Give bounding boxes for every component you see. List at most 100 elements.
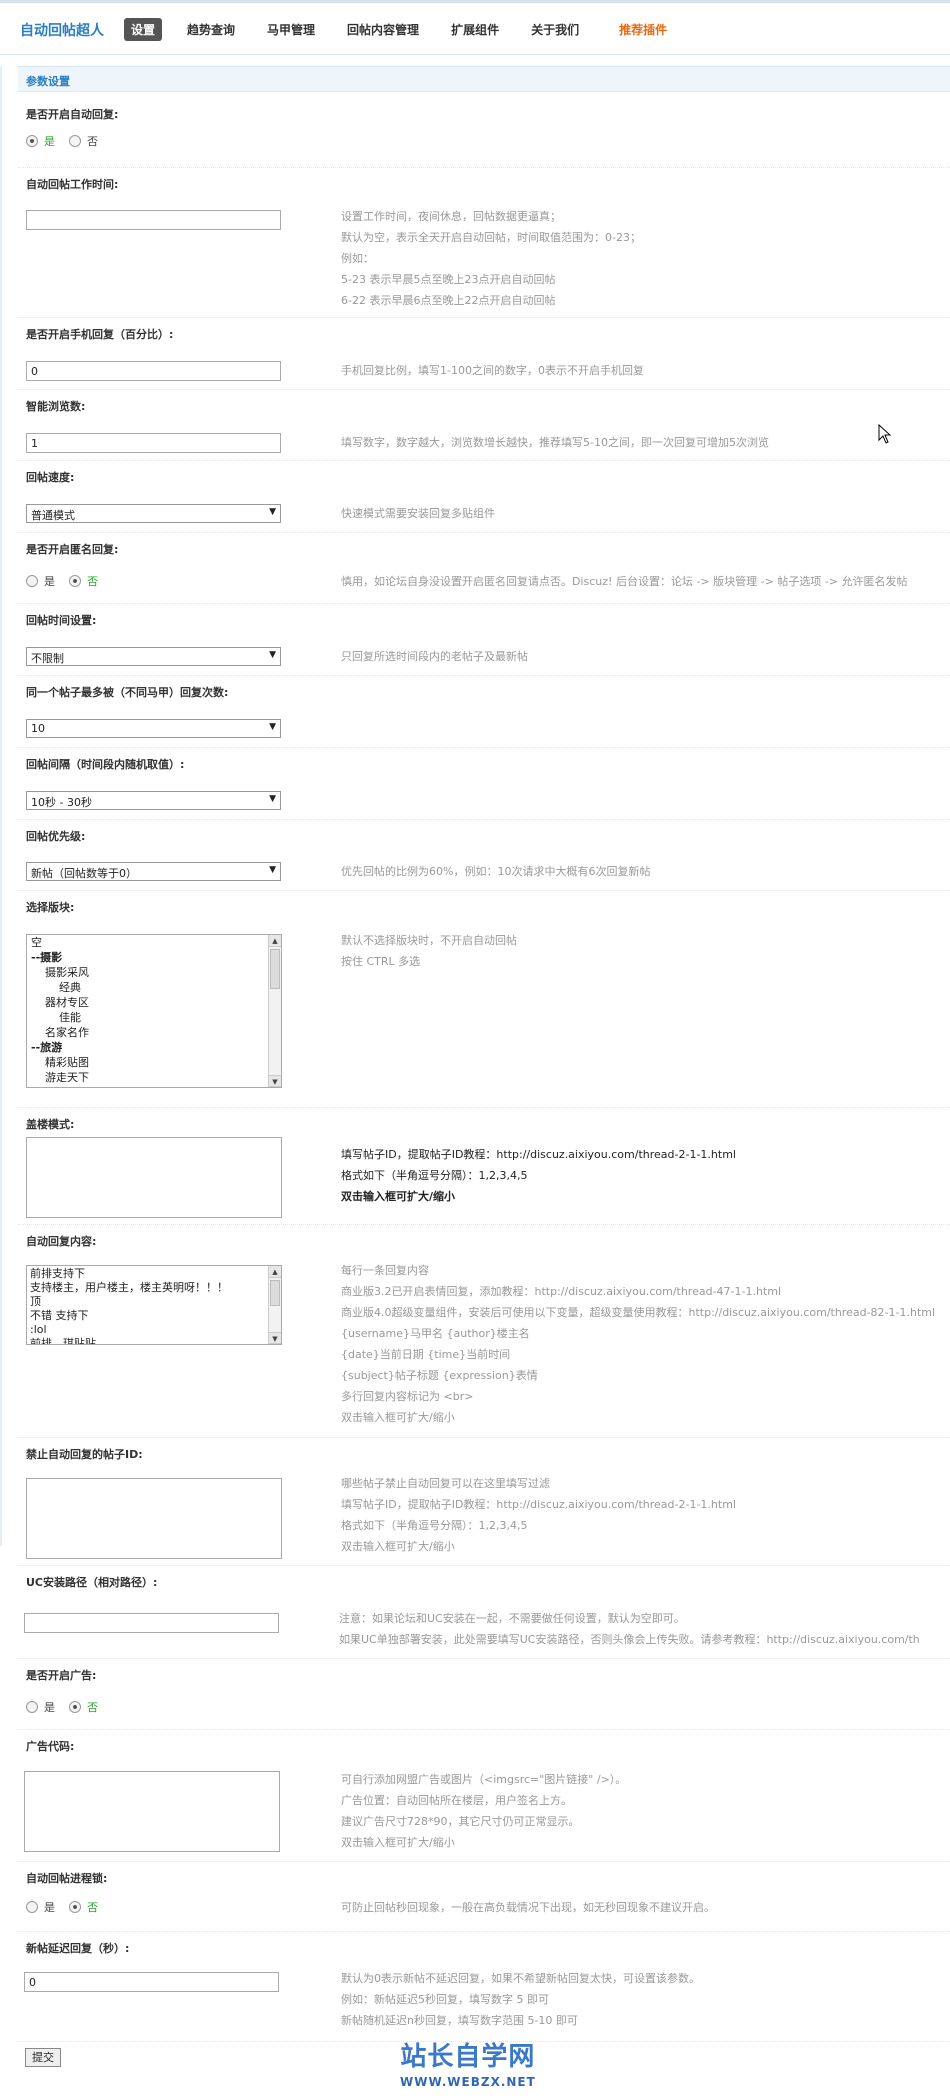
scroll-up-icon[interactable]: ▲ [269,1266,281,1278]
reply-content-textarea[interactable]: 前排支持下 支持楼主，用户楼主，楼主英明呀！！！ 顶 不错 支持下 :lol 前… [26,1265,282,1345]
nav-tab-settings[interactable]: 设置 [124,18,163,41]
uc-path-label: UC安装路径（相对路径）: [26,1576,158,1589]
watermark-url: WWW.WEBZX.NET [400,2075,536,2089]
browse-count-input[interactable]: 1 [26,433,281,453]
reply-time-label: 回帖时间设置: [26,614,97,627]
row-work-time: 自动回帖工作时间: 设置工作时间，夜间休息，回帖数据更逼真； 默认为空，表示全天开… [18,168,950,318]
floor-mode-label: 盖楼模式: [26,1118,75,1131]
browse-count-help: 填写数字，数字越大，浏览数增长越快，推荐填写5-10之间，即一次回复可增加5次浏… [341,436,769,449]
scroll-thumb[interactable] [270,949,280,989]
app-brand[interactable]: 自动回帖超人 [20,20,104,40]
row-ad-code: 广告代码: 可自行添加网盟广告或图片（<imgsrc="图片链接" />）。 广告… [18,1730,950,1862]
priority-label: 回帖优先级: [26,830,86,843]
delay-input[interactable]: 0 [24,1972,279,1992]
radio-unchecked-icon [26,575,38,587]
row-max-replies: 同一个帖子最多被（不同马甲）回复次数: 10 ▼ [18,676,950,748]
radio-checked-icon [26,135,38,147]
row-mobile-reply: 是否开启手机回复（百分比）: 0 手机回复比例，填写1-100之间的数字，0表示… [18,318,950,390]
row-uc-path: UC安装路径（相对路径）: 注意：如果论坛和UC安装在一起，不需要做任何设置，默… [18,1566,950,1659]
work-time-input[interactable] [26,210,281,230]
forum-option[interactable]: --旅游 [27,1040,281,1055]
priority-select[interactable]: 新帖（回帖数等于0） ▼ [26,862,281,881]
scroll-up-icon[interactable]: ▲ [269,935,281,947]
submit-button[interactable]: 提交 [25,2048,61,2067]
ad-code-textarea[interactable] [24,1771,280,1852]
anonymous-help: 慎用，如论坛自身没设置开启匿名回复请点否。Discuz! 后台设置：论坛 -> … [341,575,908,588]
max-replies-label: 同一个帖子最多被（不同马甲）回复次数: [26,686,229,699]
auto-reply-yes-radio[interactable]: 是 [26,133,55,149]
forums-help: 默认不选择版块时，不开启自动回帖 按住 CTRL 多选 [341,934,517,968]
forbid-ids-textarea[interactable] [26,1478,282,1559]
work-time-label: 自动回帖工作时间: [26,178,119,191]
forum-option[interactable]: 佳能 [27,1010,281,1025]
process-lock-radios: 是 否 [26,1899,112,1915]
process-lock-help: 可防止回帖秒回现象，一般在高负载情况下出现，如无秒回现象不建议开启。 [341,1901,715,1914]
nav-tab-extensions[interactable]: 扩展组件 [444,18,506,41]
scroll-down-icon[interactable]: ▼ [269,1332,281,1344]
mobile-reply-input[interactable]: 0 [26,361,281,381]
mobile-reply-help: 手机回复比例，填写1-100之间的数字，0表示不开启手机回复 [341,364,644,377]
row-ads-enabled: 是否开启广告: 是 否 [18,1659,950,1730]
forum-option[interactable]: 游走天下 [27,1070,281,1085]
dropdown-arrow-icon: ▼ [269,650,276,660]
scroll-thumb[interactable] [270,1280,280,1306]
nav-tab-trends[interactable]: 趋势查询 [180,18,242,41]
scroll-down-icon[interactable]: ▼ [269,1075,281,1087]
anonymous-yes-radio[interactable]: 是 [26,573,55,589]
forum-option[interactable]: 器材专区 [27,995,281,1010]
auto-reply-no-radio[interactable]: 否 [69,133,98,149]
forum-option[interactable]: 摄影采风 [27,965,281,980]
ad-code-help: 可自行添加网盟广告或图片（<imgsrc="图片链接" />）。 广告位置：自动回… [341,1773,627,1849]
radio-checked-icon [69,1901,81,1913]
forum-option[interactable]: 空 [27,935,281,950]
section-title: 参数设置 [26,75,70,88]
watermark-logo: 站长自学网 WWW.WEBZX.NET [400,2036,536,2089]
row-delay: 新帖延迟回复（秒）: 0 默认为0表示新帖不延迟回复，如果不希望新帖回复太快，可… [18,1932,950,2042]
max-replies-select[interactable]: 10 ▼ [26,719,281,738]
row-anonymous-reply: 是否开启匿名回复: 是 否 慎用，如论坛自身没设置开启匿名回复请点否。Discu… [18,533,950,604]
nav-tab-reply-content[interactable]: 回帖内容管理 [340,18,426,41]
reply-speed-select[interactable]: 普通模式 ▼ [26,504,281,523]
reply-time-select[interactable]: 不限制 ▼ [26,647,281,666]
delay-label: 新帖延迟回复（秒）: [26,1942,130,1955]
floor-mode-help: 填写帖子ID，提取帖子ID教程：http://discuz.aixiyou.co… [341,1148,736,1203]
dropdown-arrow-icon: ▼ [269,794,276,804]
row-forums: 选择版块: 空 --摄影 摄影采风 经典 器材专区 佳能 名家名作 --旅游 精彩贴… [18,891,950,1108]
interval-select[interactable]: 10秒 - 30秒 ▼ [26,791,281,810]
process-lock-label: 自动回帖进程锁: [26,1872,108,1885]
dropdown-arrow-icon: ▼ [269,507,276,517]
ads-yes-radio[interactable]: 是 [26,1699,55,1715]
anonymous-no-radio[interactable]: 否 [69,573,98,589]
listbox-scrollbar[interactable]: ▲ ▼ [268,935,281,1087]
forums-listbox[interactable]: 空 --摄影 摄影采风 经典 器材专区 佳能 名家名作 --旅游 精彩贴图 游走天下… [26,934,282,1088]
section-header: 参数设置 [18,66,950,92]
uc-path-input[interactable] [24,1613,279,1633]
watermark-title: 站长自学网 [400,2042,536,2072]
browse-count-label: 智能浏览数: [26,400,86,413]
forum-option[interactable]: --摄影 [27,950,281,965]
forum-option[interactable]: 名家名作 [27,1025,281,1040]
forbid-ids-label: 禁止自动回复的帖子ID: [26,1448,143,1461]
mobile-reply-label: 是否开启手机回复（百分比）: [26,328,174,341]
interval-label: 回帖间隔（时间段内随机取值）: [26,758,185,771]
process-lock-yes-radio[interactable]: 是 [26,1899,55,1915]
top-navigation-bar: 自动回帖超人 设置 趋势查询 马甲管理 回帖内容管理 扩展组件 关于我们 推荐插… [0,0,950,55]
reply-time-help: 只回复所选时间段内的老帖子及最新帖 [341,650,528,663]
nav-tab-about[interactable]: 关于我们 [524,18,586,41]
process-lock-no-radio[interactable]: 否 [69,1899,98,1915]
ads-no-radio[interactable]: 否 [69,1699,98,1715]
textarea-scrollbar[interactable]: ▲ ▼ [268,1266,281,1344]
auto-reply-radios: 是 否 [26,133,112,149]
anonymous-label: 是否开启匿名回复: [26,543,119,556]
nav-tab-recommended-plugins[interactable]: 推荐插件 [612,18,674,41]
reply-speed-help: 快速模式需要安装回复多贴组件 [341,507,495,520]
forum-option[interactable]: 经典 [27,980,281,995]
priority-help: 优先回帖的比例为60%，例如：10次请求中大概有6次回复新帖 [341,865,651,878]
floor-mode-textarea[interactable] [26,1137,282,1218]
forum-option[interactable]: 精彩贴图 [27,1055,281,1070]
nav-tab-vest-manage[interactable]: 马甲管理 [260,18,322,41]
delay-help: 默认为0表示新帖不延迟回复，如果不希望新帖回复太快，可设置该参数。 例如：新帖延迟… [341,1972,700,2027]
left-border [0,66,2,1546]
dropdown-arrow-icon: ▼ [269,722,276,732]
radio-unchecked-icon [26,1901,38,1913]
